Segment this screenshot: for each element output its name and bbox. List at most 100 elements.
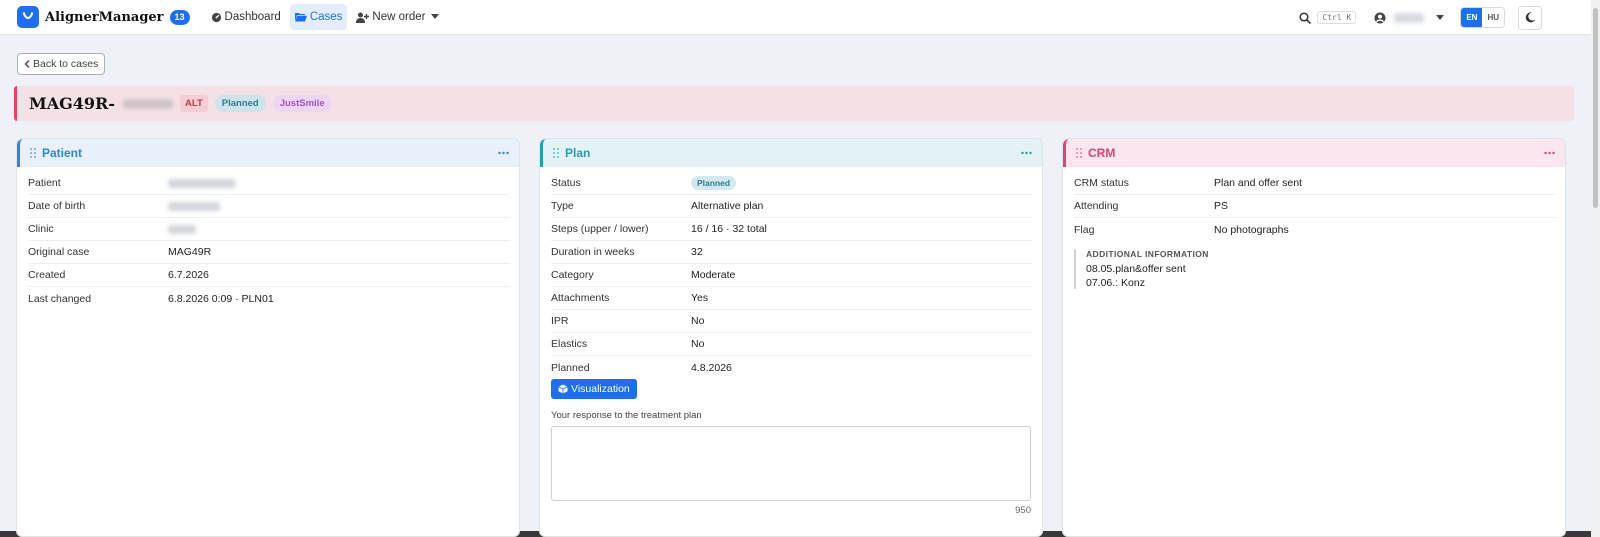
tag-status: Planned (214, 95, 266, 112)
detail-value: Moderate (691, 269, 736, 281)
search-shortcut: Ctrl K (1317, 11, 1357, 24)
detail-row: Created 6.7.2026 (28, 264, 509, 287)
brand[interactable]: AlignerManager 13 (17, 6, 190, 28)
detail-value: 4.8.2026 (691, 361, 732, 374)
more-dots-icon[interactable] (1544, 151, 1555, 155)
detail-label: Last changed (28, 292, 92, 305)
detail-row: CRM status Plan and offer sent (1074, 172, 1555, 195)
crm-card-title: CRM (1088, 146, 1116, 160)
theme-toggle-button[interactable] (1518, 5, 1542, 30)
treatment-response-textarea[interactable] (551, 426, 1031, 501)
scroll-thumb[interactable] (1593, 8, 1598, 208)
lang-en-button[interactable]: EN (1461, 8, 1483, 27)
nav-new-order[interactable]: New order (351, 4, 447, 30)
gauge-icon (211, 12, 221, 22)
detail-value: Alternative plan (691, 200, 764, 212)
patient-card-header: Patient (17, 139, 519, 167)
detail-label: Patient (28, 177, 61, 189)
patient-card: Patient Patient Date of birth Clinic Ori… (16, 138, 520, 537)
detail-label: Clinic (28, 223, 54, 235)
nav-new-order-label: New order (372, 11, 426, 23)
more-dots-icon[interactable] (498, 151, 509, 155)
user-circle-icon[interactable] (1374, 12, 1386, 24)
clinic-redacted (168, 224, 196, 234)
visualization-button[interactable]: Visualization (551, 379, 637, 399)
detail-label: Flag (1074, 223, 1095, 236)
patient-card-title: Patient (42, 146, 83, 160)
detail-value: Yes (691, 292, 709, 304)
detail-row: Attachments Yes (551, 287, 1032, 310)
chevron-down-icon[interactable] (1436, 14, 1445, 21)
drag-handle-icon[interactable] (30, 148, 36, 158)
detail-label: CRM status (1074, 177, 1129, 189)
detail-row: Planned 4.8.2026 (551, 356, 1032, 379)
detail-row: Date of birth (28, 195, 509, 218)
detail-row: Original case MAG49R (28, 241, 509, 264)
detail-row: Patient (28, 172, 509, 195)
page-scrollbar[interactable] (1591, 0, 1600, 537)
detail-value: MAG49R (168, 246, 212, 258)
char-counter: 950 (1015, 505, 1031, 516)
user-name (1394, 12, 1425, 23)
detail-value: Plan and offer sent (1214, 177, 1302, 189)
detail-row: Duration in weeks 32 (551, 241, 1032, 264)
crm-card-body: CRM status Plan and offer sent Attending… (1063, 167, 1565, 289)
drag-handle-icon[interactable] (553, 148, 559, 158)
more-dots-icon[interactable] (1021, 151, 1032, 155)
detail-row: Type Alternative plan (551, 195, 1032, 218)
patient-card-body: Patient Date of birth Clinic Original ca… (17, 167, 519, 310)
case-header: MAG49R- ALT Planned JustSmile (14, 86, 1574, 121)
detail-label: Steps (upper / lower) (551, 223, 649, 235)
additional-info-line: 08.05.plan&offer sent (1086, 263, 1186, 275)
detail-label: Category (551, 269, 594, 281)
aligner-logo-icon (17, 6, 39, 28)
nav-cases-label: Cases (309, 11, 343, 23)
chevron-down-icon (431, 14, 440, 19)
search-icon[interactable] (1299, 11, 1312, 24)
detail-label: Date of birth (28, 200, 86, 212)
folder-open-icon (294, 13, 307, 22)
plan-card: Plan Status Planned Type Alternative pla… (539, 138, 1043, 537)
additional-info-line: 07.06.: Konz (1086, 277, 1145, 289)
moon-icon (1525, 12, 1535, 23)
detail-label: Type (551, 200, 574, 212)
detail-value: No photographs (1214, 223, 1289, 236)
crm-card-header: CRM (1063, 139, 1565, 167)
nav-cases[interactable]: Cases (289, 4, 348, 30)
detail-label: Elastics (551, 338, 588, 350)
patient-name-redacted (168, 178, 236, 188)
detail-value: No (691, 338, 705, 350)
detail-row: Last changed 6.8.2026 0:09 · PLN01 (28, 287, 509, 310)
navbar-right: Ctrl K EN HU (1299, 0, 1591, 35)
detail-value: 32 (691, 246, 703, 258)
detail-row: Status Planned (551, 172, 1032, 195)
response-label: Your response to the treatment plan (551, 410, 702, 421)
detail-row: Flag No photographs (1074, 218, 1555, 241)
notification-badge[interactable]: 13 (169, 9, 190, 25)
detail-label: Status (551, 177, 581, 189)
back-to-cases-button[interactable]: Back to cases (17, 53, 106, 75)
detail-value: 6.7.2026 (168, 269, 209, 281)
nav-dashboard[interactable]: Dashboard (206, 4, 286, 30)
back-button-label: Back to cases (33, 58, 99, 70)
top-navbar: AlignerManager 13 Dashboard Cases New or… (0, 0, 1591, 35)
chevron-left-icon (24, 60, 30, 68)
nav-dashboard-label: Dashboard (224, 11, 281, 23)
detail-label: Attending (1074, 200, 1119, 212)
plan-card-title: Plan (565, 146, 591, 160)
case-id-redacted (123, 98, 173, 109)
visualization-button-label: Visualization (571, 383, 630, 395)
detail-row: Steps (upper / lower) 16 / 16 · 32 total (551, 218, 1032, 241)
detail-row: Category Moderate (551, 264, 1032, 287)
cube-icon (558, 384, 568, 394)
lang-hu-button[interactable]: HU (1482, 8, 1504, 27)
additional-information: ADDITIONAL INFORMATION 08.05.plan&offer … (1074, 249, 1555, 289)
detail-row: Elastics No (551, 333, 1032, 356)
detail-label: Attachments (551, 292, 610, 304)
additional-info-header: ADDITIONAL INFORMATION (1086, 249, 1209, 259)
tag-alt: ALT (180, 95, 208, 112)
tag-brand: JustSmile (272, 95, 332, 112)
detail-label: Original case (28, 246, 90, 258)
detail-value: 6.8.2026 0:09 · PLN01 (168, 292, 274, 305)
drag-handle-icon[interactable] (1076, 148, 1082, 158)
